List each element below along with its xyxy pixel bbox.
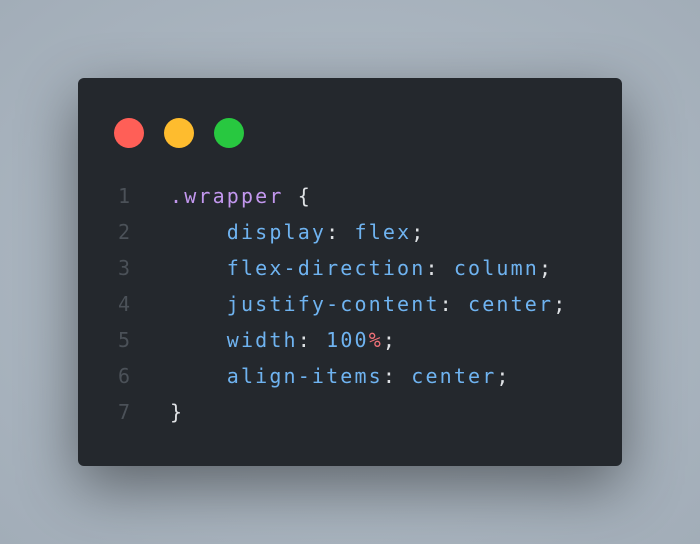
code-token: } [170,400,185,424]
code-token: ; [382,328,398,352]
code-token: align-items [170,364,383,388]
line-number: 2 [118,220,133,244]
line-number: 3 [118,256,133,280]
code-token: : [326,220,355,244]
code-text: align-items: center; [170,358,511,394]
code-text: justify-content: center; [170,286,567,322]
code-window: 1 .wrapper {2 display: flex; 3 flex-direct… [78,78,622,466]
code-token: column [453,256,539,280]
line-number: 5 [118,328,133,352]
line-number: 7 [118,400,133,424]
line-number: 6 [118,364,133,388]
code-text: .wrapper { [170,178,312,214]
code-token: 100 [326,328,369,352]
code-token: width [170,328,298,352]
code-token: justify-content [170,292,440,316]
code-token: : [425,256,454,280]
maximize-dot-icon [214,118,244,148]
code-token: center [411,364,497,388]
minimize-dot-icon [164,118,194,148]
code-token: : [297,328,327,352]
code-token: ; [411,220,426,244]
code-token: ; [496,364,511,388]
code-token: ; [553,292,568,316]
code-token: display [170,220,327,244]
code-token: % [368,328,383,352]
code-token: .wrapper [170,184,284,208]
line-number: 1 [118,184,133,208]
code-token: flex-direction [170,256,426,280]
code-text: } [170,394,184,430]
close-dot-icon [114,118,144,148]
code-token: : [382,364,412,388]
code-token: { [283,184,312,208]
line-number: 4 [118,292,133,316]
code-token: ; [539,256,554,280]
code-token: : [439,292,469,316]
code-text: width: 100%; [170,322,397,358]
code-text: display: flex; [170,214,425,250]
code-token: center [468,292,554,316]
code-text: flex-direction: column; [170,250,553,286]
code-token: flex [354,220,412,244]
